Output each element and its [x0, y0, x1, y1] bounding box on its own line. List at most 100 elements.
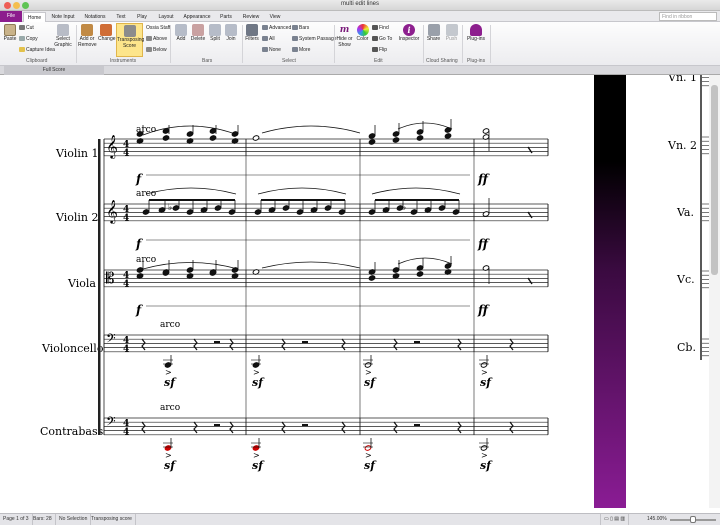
- slur: [372, 188, 460, 194]
- instrument-name-violin-2: Violin 2: [55, 211, 99, 224]
- quarter-rest: [394, 339, 397, 350]
- view-mode-icons[interactable]: ▭ ▯ ▤ ▥: [600, 514, 629, 525]
- half-rest: [302, 424, 308, 427]
- note-head-half: [482, 211, 489, 217]
- clef: 𝄞: [106, 199, 118, 224]
- change-instrument-button[interactable]: Change: [98, 24, 114, 43]
- status-bars: Bars: 28: [30, 514, 56, 525]
- title-bar: multi edit lines: [0, 0, 720, 11]
- quarter-rest: [528, 278, 532, 284]
- add-remove-instruments-button[interactable]: Add or Remove: [78, 24, 96, 48]
- note-head: [142, 209, 149, 215]
- tab-review[interactable]: Review: [239, 12, 263, 22]
- flip-button[interactable]: Flip: [372, 47, 387, 53]
- advanced-label: Advanced: [269, 25, 291, 31]
- score-canvas[interactable]: Violin 1 Violin 2 Viola Violoncello Cont…: [0, 75, 720, 512]
- page-gap-panel: [594, 75, 626, 508]
- cut-button[interactable]: Cut: [19, 25, 34, 31]
- system-passage-button[interactable]: System Passage: [292, 36, 337, 42]
- instrument-icon: [81, 24, 93, 36]
- go-to-button[interactable]: Go To: [372, 36, 392, 42]
- find-in-ribbon-input[interactable]: Find in ribbon: [659, 12, 717, 21]
- dynamic-sforzando: sf: [364, 459, 377, 472]
- select-none-button[interactable]: None: [262, 47, 281, 53]
- add-bar-button[interactable]: Add: [174, 24, 188, 43]
- share-button[interactable]: Share: [426, 24, 441, 43]
- quarter-rest: [282, 339, 285, 350]
- bars-icon: [292, 25, 298, 30]
- join-bar-button[interactable]: Join: [224, 24, 238, 43]
- note-head: [338, 209, 345, 215]
- clef: 𝄡: [106, 269, 114, 287]
- select-all-icon: [262, 36, 268, 41]
- share-label: Share: [427, 36, 440, 42]
- split-label: Split: [210, 36, 220, 42]
- hide-show-button[interactable]: m Hide or Show: [336, 24, 353, 48]
- tab-layout[interactable]: Layout: [154, 12, 178, 22]
- capture-idea-button[interactable]: Capture Idea: [19, 47, 55, 53]
- delete-bar-button[interactable]: Delete: [190, 24, 206, 43]
- half-rest: [414, 424, 420, 427]
- ossia-below-button[interactable]: Below: [146, 47, 167, 53]
- split-bar-icon: [209, 24, 221, 36]
- tab-notations[interactable]: Notations: [81, 12, 109, 22]
- arco-marking: arco: [160, 320, 180, 330]
- plugins-button[interactable]: Plug-ins: [465, 24, 487, 43]
- zoom-level[interactable]: 145.00%: [644, 514, 670, 525]
- ribbon: Paste Cut Copy Capture Idea Select Graph…: [0, 22, 720, 66]
- transposing-score-label: Transposing Score: [117, 37, 144, 49]
- select-graphic-button[interactable]: Select Graphic: [53, 24, 73, 48]
- advanced-filter-icon: [262, 25, 268, 30]
- clef: 𝄢: [106, 414, 116, 432]
- dynamic-sforzando: sf: [164, 459, 177, 472]
- hide-show-label: Hide or Show: [336, 36, 352, 48]
- tab-text[interactable]: Text: [112, 12, 130, 22]
- status-page[interactable]: Page 1 of 3: [0, 514, 33, 525]
- tab-appearance[interactable]: Appearance: [181, 12, 213, 22]
- tab-view[interactable]: View: [266, 12, 284, 22]
- scrollbar-thumb[interactable]: [711, 85, 718, 275]
- group-separator: [170, 25, 171, 63]
- ossia-staff-button[interactable]: Ossia Staff: [146, 25, 170, 31]
- share-icon: [428, 24, 440, 36]
- score-view[interactable]: Violin 1 Violin 2 Viola Violoncello Cont…: [0, 75, 720, 512]
- join-bar-icon: [225, 24, 237, 36]
- change-label: Change: [98, 36, 116, 42]
- info-icon: i: [403, 24, 415, 36]
- copy-button[interactable]: Copy: [19, 36, 38, 42]
- select-all-button[interactable]: All: [262, 36, 275, 42]
- tab-play[interactable]: Play: [133, 12, 151, 22]
- document-tab-full-score[interactable]: Full Score: [4, 66, 104, 75]
- transposing-score-button[interactable]: Transposing Score: [116, 23, 143, 57]
- inspector-button[interactable]: i Inspector: [398, 24, 420, 43]
- note-head: [416, 271, 423, 277]
- tab-note-input[interactable]: Note Input: [48, 12, 78, 22]
- group-separator: [462, 25, 463, 63]
- push-button[interactable]: Push: [444, 24, 459, 43]
- paste-button[interactable]: Paste: [2, 24, 18, 43]
- beam: [261, 199, 345, 201]
- select-none-icon: [262, 47, 268, 52]
- color-label: Color: [357, 36, 369, 42]
- zoom-slider-knob[interactable]: [690, 516, 696, 523]
- ossia-above-button[interactable]: Above: [146, 36, 167, 42]
- color-button[interactable]: Color: [355, 24, 370, 43]
- tab-parts[interactable]: Parts: [216, 12, 236, 22]
- ossia-staff-label: Ossia Staff: [146, 25, 170, 31]
- advanced-select-button[interactable]: Advanced: [262, 25, 291, 31]
- dynamic-sforzando: sf: [164, 376, 177, 389]
- instrument-name-contrabass: Contrabass: [40, 425, 104, 438]
- filters-button[interactable]: Filters: [245, 24, 259, 43]
- tab-home[interactable]: Home: [23, 12, 46, 22]
- note-head: [324, 205, 331, 211]
- split-bar-button[interactable]: Split: [208, 24, 222, 43]
- select-bars-button[interactable]: Bars: [292, 25, 309, 31]
- camera-icon: [57, 24, 69, 36]
- add-remove-label: Add or Remove: [78, 36, 97, 48]
- hide-show-icon: m: [339, 24, 351, 36]
- select-more-button[interactable]: More: [292, 47, 310, 53]
- tab-file[interactable]: File: [0, 11, 22, 22]
- quarter-rest: [230, 339, 233, 350]
- note-head: [186, 131, 193, 137]
- find-button[interactable]: Find: [372, 25, 389, 31]
